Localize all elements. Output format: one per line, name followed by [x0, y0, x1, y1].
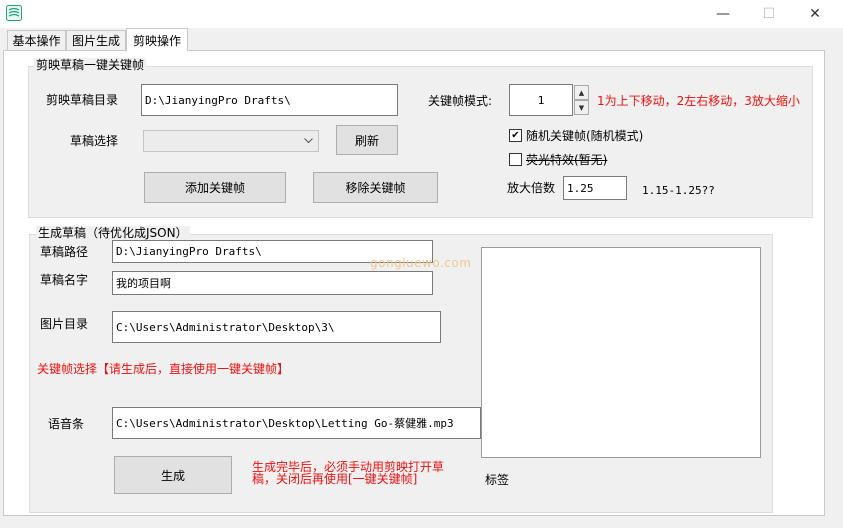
draft-select-dropdown[interactable] — [143, 130, 319, 152]
zoom-input[interactable]: 1.25 — [563, 176, 627, 200]
random-keyframe-checkbox[interactable]: ✔ — [509, 129, 522, 142]
keyframe-mode-hint: 1为上下移动，2左右移动，3放大缩小 — [597, 94, 800, 108]
voice-file-input[interactable]: C:\Users\Administrator\Desktop\Letting G… — [112, 407, 481, 439]
tab-basic-operations[interactable]: 基本操作 — [7, 30, 66, 50]
tab-image-generation[interactable]: 图片生成 — [66, 30, 126, 50]
generate-hint-line2: 稿，关闭后再使用[一键关键帧] — [252, 472, 418, 486]
spin-down-button[interactable]: ▼ — [574, 100, 589, 115]
tab-jianying-operations[interactable]: 剪映操作 — [126, 28, 188, 51]
random-keyframe-label: 随机关键帧(随机模式) — [526, 129, 644, 143]
keyframe-select-hint: 关键帧选择【请生成后，直接使用一键关键帧】 — [37, 362, 290, 376]
output-textarea[interactable] — [481, 247, 761, 458]
generate-group-title: 生成草稿（待优化成JSON） — [36, 226, 190, 240]
add-keyframe-button[interactable]: 添加关键帧 — [144, 172, 286, 203]
check-icon: ✔ — [511, 129, 520, 141]
draft-path-label: 草稿路径 — [40, 245, 89, 259]
keyframe-group-title: 剪映草稿一键关键帧 — [34, 58, 147, 72]
draft-name-label: 草稿名字 — [40, 273, 89, 287]
keyframe-mode-label: 关键帧模式: — [428, 94, 493, 108]
image-dir-label: 图片目录 — [40, 317, 89, 331]
maximize-button[interactable]: ☐ — [746, 0, 792, 28]
zoom-label: 放大倍数 — [507, 181, 556, 195]
chevron-down-icon — [304, 138, 313, 144]
generate-button[interactable]: 生成 — [114, 456, 232, 494]
draft-dir-input[interactable]: D:\JianyingPro Drafts\ — [141, 84, 398, 116]
image-dir-input[interactable]: C:\Users\Administrator\Desktop\3\ — [112, 311, 441, 343]
refresh-button[interactable]: 刷新 — [336, 125, 398, 155]
keyframe-mode-input[interactable]: 1 — [509, 84, 573, 116]
tag-label: 标签 — [485, 473, 510, 487]
draft-dir-label: 剪映草稿目录 — [46, 93, 119, 107]
watermark-text: gongluewo.com — [370, 256, 472, 270]
remove-keyframe-button[interactable]: 移除关键帧 — [313, 172, 438, 203]
zoom-range-text: 1.15-1.25?? — [642, 184, 715, 197]
glow-effect-checkbox[interactable] — [509, 153, 522, 166]
spin-up-button[interactable]: ▲ — [574, 85, 589, 100]
draft-select-label: 草稿选择 — [70, 134, 119, 148]
glow-effect-label: 荧光特效(暂无) — [526, 153, 608, 167]
voice-label: 语音条 — [48, 417, 85, 431]
draft-name-input[interactable]: 我的项目啊 — [112, 271, 433, 295]
close-button[interactable]: ✕ — [792, 0, 838, 28]
app-icon — [6, 5, 22, 21]
minimize-button[interactable]: — — [700, 0, 746, 28]
